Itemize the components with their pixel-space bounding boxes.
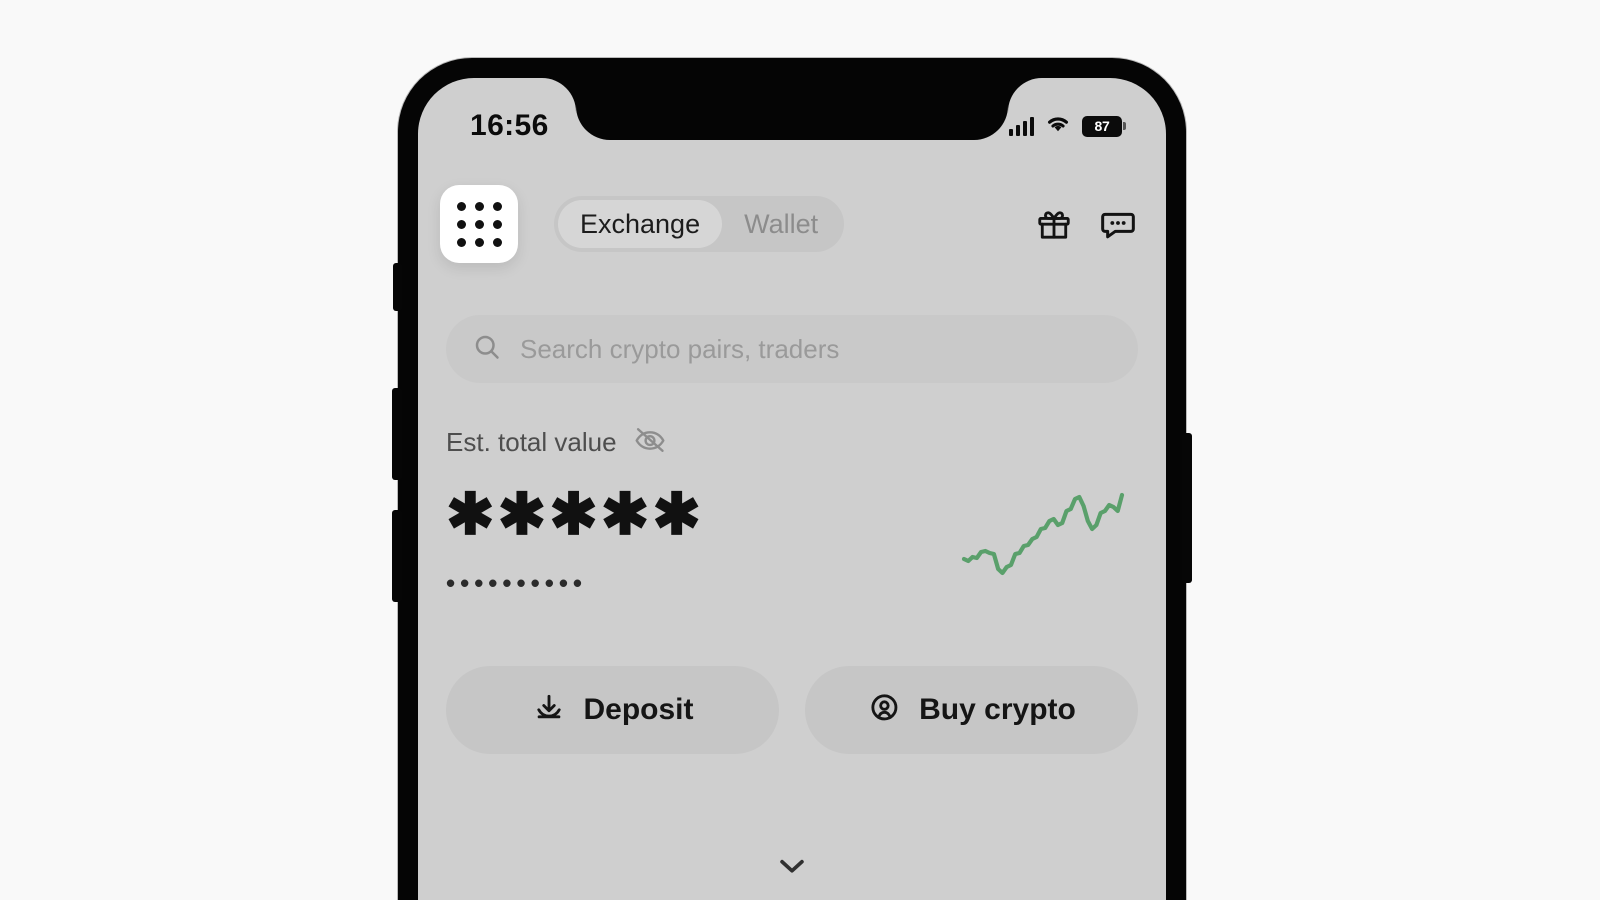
mode-switch[interactable]: Exchange Wallet (554, 196, 845, 252)
deposit-label: Deposit (583, 693, 694, 726)
primary-actions: Deposit Buy crypto (446, 666, 1138, 754)
deposit-button[interactable]: Deposit (446, 666, 779, 754)
chat-bubble-icon (1098, 204, 1138, 244)
buy-crypto-label: Buy crypto (919, 693, 1076, 726)
balance-trend-sparkline (958, 481, 1128, 606)
balance-section: Est. total value ✱✱✱✱✱ •••••••••• (446, 423, 1138, 596)
gift-button[interactable] (1034, 204, 1074, 244)
tab-wallet-label: Wallet (744, 208, 819, 239)
battery-icon: 87 (1082, 115, 1126, 137)
phone-frame: 16:56 87 Exchange Wallet Search crypto p… (392, 58, 1192, 900)
wifi-icon (1045, 114, 1071, 139)
balance-label-row: Est. total value (446, 423, 1138, 462)
status-bar-indicators: 87 (1008, 114, 1126, 139)
buy-crypto-button[interactable]: Buy crypto (805, 666, 1138, 754)
app-grid-icon (456, 201, 502, 247)
volume-down-button[interactable] (392, 510, 402, 602)
expand-section-button[interactable] (418, 838, 1166, 898)
chevron-down-icon (775, 854, 809, 883)
cellular-signal-icon (1008, 116, 1034, 136)
tab-exchange-label: Exchange (580, 208, 701, 239)
search-icon (472, 332, 502, 367)
silent-switch-button[interactable] (393, 263, 402, 311)
eye-off-icon[interactable] (633, 423, 667, 462)
header-actions (1034, 204, 1138, 244)
buy-crypto-target-icon (867, 690, 903, 731)
balance-label: Est. total value (446, 427, 617, 457)
battery-level-label: 87 (1094, 118, 1110, 134)
phone-screen: 16:56 87 Exchange Wallet Search crypto p… (418, 78, 1166, 900)
status-bar-time: 16:56 (470, 109, 549, 142)
search-bar[interactable]: Search crypto pairs, traders (446, 315, 1138, 383)
download-arrow-icon (531, 690, 567, 731)
volume-up-button[interactable] (392, 388, 402, 480)
tab-exchange[interactable]: Exchange (558, 200, 723, 248)
search-input-placeholder[interactable]: Search crypto pairs, traders (520, 334, 839, 365)
status-bar: 16:56 87 (418, 78, 1166, 156)
gift-icon (1035, 205, 1073, 243)
power-button[interactable] (1182, 433, 1192, 583)
app-header: Exchange Wallet (418, 178, 1166, 270)
screenshot-stage: 16:56 87 Exchange Wallet Search crypto p… (0, 0, 1600, 900)
tab-wallet[interactable]: Wallet (722, 200, 840, 248)
chat-button[interactable] (1098, 204, 1138, 244)
app-grid-button[interactable] (440, 185, 518, 263)
